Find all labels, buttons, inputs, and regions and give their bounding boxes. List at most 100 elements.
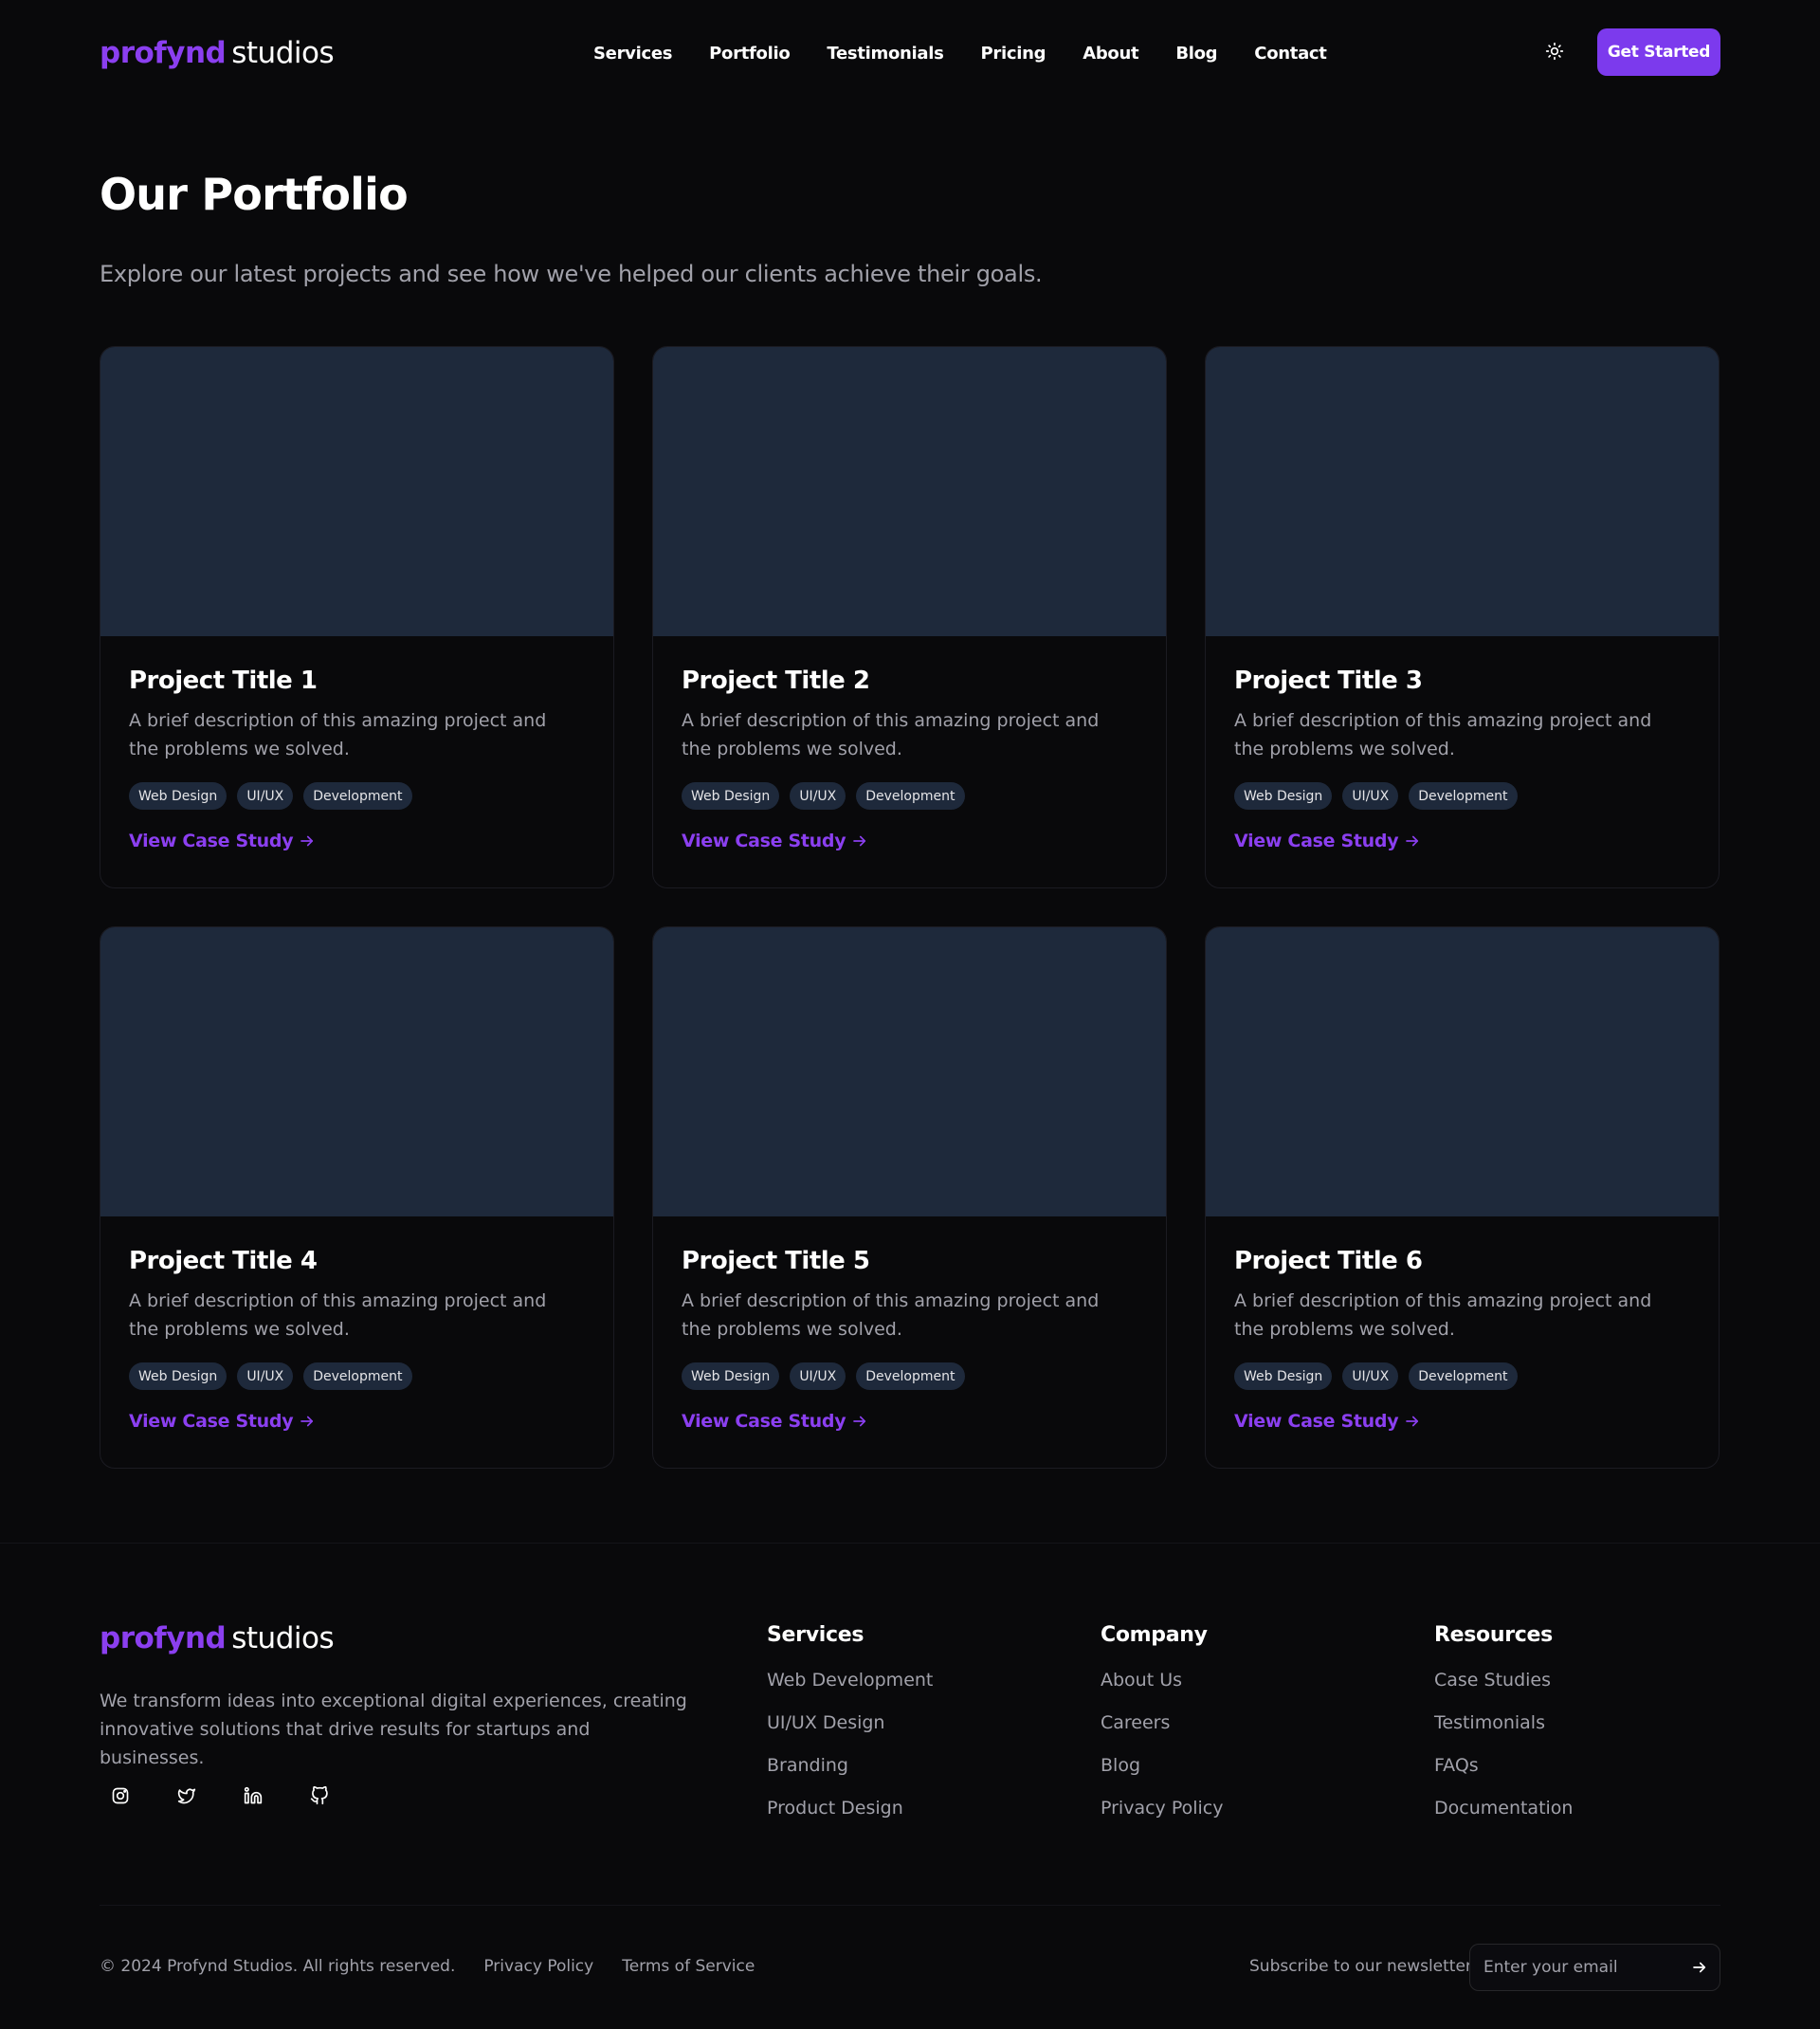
tag-development: Development bbox=[1409, 782, 1518, 810]
view-case-study-link[interactable]: View Case Study bbox=[129, 831, 316, 851]
project-tags: Web Design UI/UX Development bbox=[1234, 1362, 1690, 1390]
project-card-body: Project Title 3 A brief description of t… bbox=[1206, 636, 1719, 851]
logo-suffix: studios bbox=[231, 1621, 335, 1655]
footer-column-title: Services bbox=[767, 1623, 864, 1647]
tag-ui-ux: UI/UX bbox=[1342, 782, 1399, 810]
page-title: Our Portfolio bbox=[100, 169, 409, 220]
view-case-study-label: View Case Study bbox=[1234, 1411, 1399, 1432]
terms-of-service-link[interactable]: Terms of Service bbox=[622, 1957, 755, 1976]
project-card[interactable]: Project Title 5 A brief description of t… bbox=[652, 926, 1167, 1469]
project-image-placeholder bbox=[1206, 347, 1719, 636]
project-tags: Web Design UI/UX Development bbox=[682, 1362, 1138, 1390]
view-case-study-link[interactable]: View Case Study bbox=[682, 831, 868, 851]
footer-link-about-us[interactable]: About Us bbox=[1101, 1668, 1223, 1710]
logo-suffix: studios bbox=[231, 36, 335, 70]
view-case-study-label: View Case Study bbox=[129, 1411, 294, 1432]
project-card[interactable]: Project Title 1 A brief description of t… bbox=[100, 346, 614, 888]
footer-bottom-bar: © 2024 Profynd Studios. All rights reser… bbox=[100, 1957, 755, 1976]
page-subtitle: Explore our latest projects and see how … bbox=[100, 261, 1043, 287]
tag-web-design: Web Design bbox=[682, 1362, 780, 1390]
project-card-body: Project Title 6 A brief description of t… bbox=[1206, 1216, 1719, 1432]
nav-item-contact[interactable]: Contact bbox=[1254, 44, 1327, 64]
main-nav: Services Portfolio Testimonials Pricing … bbox=[593, 0, 1327, 106]
instagram-icon bbox=[112, 1787, 129, 1804]
newsletter-submit-button[interactable] bbox=[1691, 1954, 1708, 1981]
view-case-study-link[interactable]: View Case Study bbox=[1234, 831, 1421, 851]
footer-link-product-design[interactable]: Product Design bbox=[767, 1796, 933, 1838]
project-card[interactable]: Project Title 2 A brief description of t… bbox=[652, 346, 1167, 888]
view-case-study-label: View Case Study bbox=[682, 1411, 846, 1432]
project-card[interactable]: Project Title 4 A brief description of t… bbox=[100, 926, 614, 1469]
logo[interactable]: profynd studios bbox=[100, 36, 335, 70]
tag-development: Development bbox=[856, 782, 965, 810]
twitter-link[interactable] bbox=[166, 1779, 208, 1813]
project-card[interactable]: Project Title 3 A brief description of t… bbox=[1205, 346, 1720, 888]
nav-item-pricing[interactable]: Pricing bbox=[981, 44, 1046, 64]
newsletter-email-input[interactable] bbox=[1483, 1958, 1691, 1977]
copyright-text: © 2024 Profynd Studios. All rights reser… bbox=[100, 1957, 456, 1976]
logo-brand: profynd bbox=[100, 1621, 227, 1655]
project-image-placeholder bbox=[100, 927, 613, 1216]
project-title: Project Title 3 bbox=[1234, 667, 1423, 695]
theme-toggle-button[interactable] bbox=[1541, 38, 1568, 64]
tag-development: Development bbox=[856, 1362, 965, 1390]
page: profynd studios Services Portfolio Testi… bbox=[0, 0, 1820, 2029]
github-link[interactable] bbox=[299, 1779, 340, 1813]
footer-logo[interactable]: profynd studios bbox=[100, 1621, 335, 1655]
footer-column-company: Company About Us Careers Blog Privacy Po… bbox=[1101, 1623, 1223, 1838]
footer-link-testimonials[interactable]: Testimonials bbox=[1434, 1710, 1573, 1753]
arrow-right-icon bbox=[300, 835, 314, 847]
bottom-divider bbox=[100, 1905, 1720, 1906]
footer-link-list: Web Development UI/UX Design Branding Pr… bbox=[767, 1668, 933, 1838]
project-tags: Web Design UI/UX Development bbox=[682, 782, 1138, 810]
footer-link-list: Case Studies Testimonials FAQs Documenta… bbox=[1434, 1668, 1573, 1838]
footer-link-ui-ux-design[interactable]: UI/UX Design bbox=[767, 1710, 933, 1753]
footer-link-documentation[interactable]: Documentation bbox=[1434, 1796, 1573, 1838]
view-case-study-link[interactable]: View Case Study bbox=[682, 1411, 868, 1432]
social-links bbox=[100, 1779, 340, 1813]
newsletter-form bbox=[1469, 1944, 1720, 1991]
project-image-placeholder bbox=[1206, 927, 1719, 1216]
view-case-study-link[interactable]: View Case Study bbox=[129, 1411, 316, 1432]
footer-link-branding[interactable]: Branding bbox=[767, 1753, 933, 1796]
arrow-right-icon bbox=[853, 1416, 866, 1427]
footer-link-blog[interactable]: Blog bbox=[1101, 1753, 1223, 1796]
view-case-study-label: View Case Study bbox=[1234, 831, 1399, 851]
tag-development: Development bbox=[303, 782, 412, 810]
tag-web-design: Web Design bbox=[1234, 782, 1333, 810]
site-header: profynd studios Services Portfolio Testi… bbox=[0, 0, 1820, 106]
nav-item-services[interactable]: Services bbox=[593, 44, 672, 64]
linkedin-link[interactable] bbox=[232, 1779, 274, 1813]
instagram-link[interactable] bbox=[100, 1779, 141, 1813]
linkedin-icon bbox=[244, 1786, 263, 1804]
arrow-right-icon bbox=[853, 835, 866, 847]
view-case-study-link[interactable]: View Case Study bbox=[1234, 1411, 1421, 1432]
arrow-right-icon bbox=[1406, 835, 1419, 847]
footer-link-privacy-policy[interactable]: Privacy Policy bbox=[1101, 1796, 1223, 1838]
footer-link-careers[interactable]: Careers bbox=[1101, 1710, 1223, 1753]
project-tags: Web Design UI/UX Development bbox=[129, 782, 585, 810]
project-card[interactable]: Project Title 6 A brief description of t… bbox=[1205, 926, 1720, 1469]
project-title: Project Title 5 bbox=[682, 1247, 870, 1275]
project-description: A brief description of this amazing proj… bbox=[129, 1290, 547, 1340]
nav-item-about[interactable]: About bbox=[1083, 44, 1138, 64]
tag-ui-ux: UI/UX bbox=[237, 1362, 294, 1390]
tag-ui-ux: UI/UX bbox=[790, 1362, 846, 1390]
footer-link-faqs[interactable]: FAQs bbox=[1434, 1753, 1573, 1796]
privacy-policy-link[interactable]: Privacy Policy bbox=[483, 1957, 593, 1976]
tag-web-design: Web Design bbox=[129, 782, 228, 810]
project-image-placeholder bbox=[653, 347, 1166, 636]
tag-web-design: Web Design bbox=[1234, 1362, 1333, 1390]
footer-link-list: About Us Careers Blog Privacy Policy bbox=[1101, 1668, 1223, 1838]
arrow-right-icon bbox=[1406, 1416, 1419, 1427]
footer-link-case-studies[interactable]: Case Studies bbox=[1434, 1668, 1573, 1710]
nav-item-testimonials[interactable]: Testimonials bbox=[827, 44, 943, 64]
footer-link-web-development[interactable]: Web Development bbox=[767, 1668, 933, 1710]
nav-item-blog[interactable]: Blog bbox=[1175, 44, 1217, 64]
get-started-button[interactable]: Get Started bbox=[1597, 28, 1720, 76]
nav-item-portfolio[interactable]: Portfolio bbox=[709, 44, 791, 64]
project-description: A brief description of this amazing proj… bbox=[129, 710, 547, 759]
twitter-icon bbox=[177, 1788, 196, 1804]
view-case-study-label: View Case Study bbox=[682, 831, 846, 851]
tag-ui-ux: UI/UX bbox=[1342, 1362, 1399, 1390]
